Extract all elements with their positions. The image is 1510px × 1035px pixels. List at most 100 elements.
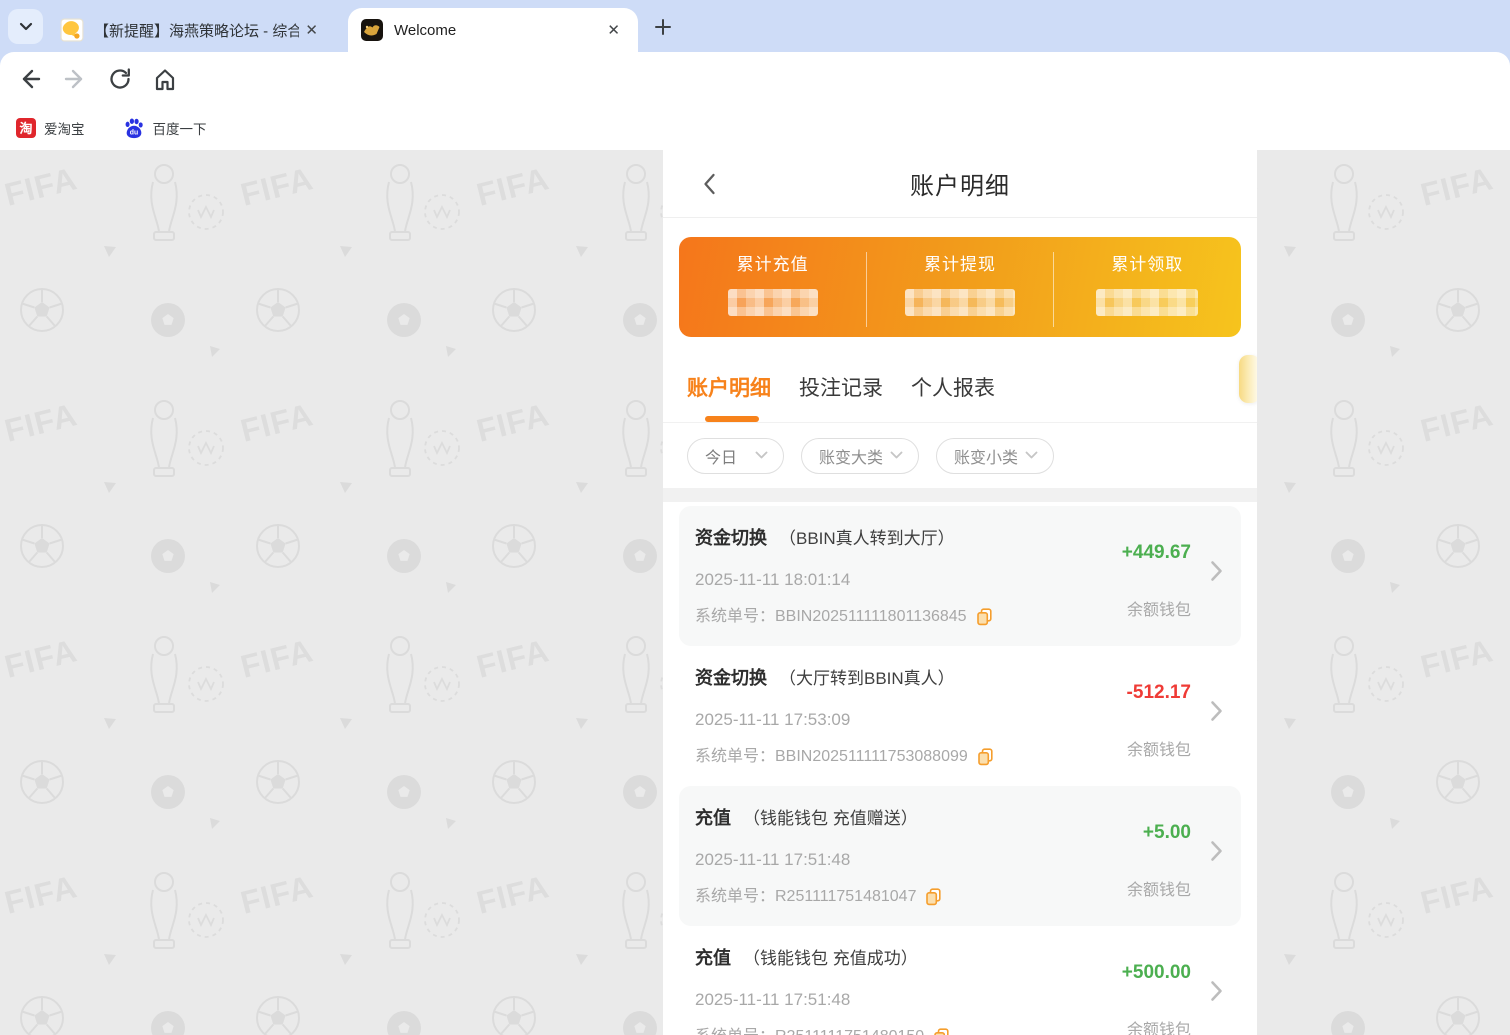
transaction-chevron[interactable]: [1210, 840, 1223, 867]
tab-account-detail[interactable]: 账户明细: [687, 363, 771, 422]
masked-value: [905, 289, 1015, 316]
chevron-down-icon: [18, 21, 34, 33]
transaction-type: 充值: [695, 806, 731, 830]
baidu-paw-icon: du: [123, 117, 145, 139]
divider: [866, 252, 867, 327]
panel-header: 账户明细: [663, 150, 1257, 218]
transaction-subtitle: （钱能钱包 充值赠送）: [743, 804, 918, 829]
transaction-chevron[interactable]: [1210, 700, 1223, 727]
transaction-list: 资金切换（BBIN真人转到大厅）2025-11-11 18:01:14系统单号：…: [663, 506, 1257, 1035]
page-title: 账户明细: [910, 166, 1010, 201]
copy-icon[interactable]: [933, 1028, 950, 1035]
masked-value: [728, 289, 818, 316]
transaction-amount-block: +5.00 余额钱包: [1077, 804, 1227, 926]
transaction-amount: +5.00: [1077, 820, 1191, 846]
bookmark-label: 爱淘宝: [44, 118, 85, 138]
wallet-label: 余额钱包: [1077, 876, 1191, 900]
transaction-datetime: 2025-11-11 17:51:48: [695, 850, 1077, 870]
back-icon[interactable]: [16, 65, 44, 93]
tab-bet-records[interactable]: 投注记录: [799, 363, 883, 422]
transaction-info: 资金切换 （大厅转到BBIN真人） 2025-11-11 17:53:09 系统单号：…: [695, 664, 1077, 786]
plus-icon: [653, 17, 673, 37]
summary-label: 累计提现: [866, 254, 1053, 276]
summary-card: 累计充值 累计提现 累计领取: [679, 237, 1241, 337]
tab-close-icon[interactable]: ✕: [601, 19, 626, 41]
chevron-right-icon: [1210, 700, 1223, 722]
wallet-label: 余额钱包: [1077, 596, 1191, 620]
filter-label: 今日: [705, 444, 737, 468]
order-label: 系统单号：BBIN202511111801136845: [695, 607, 967, 627]
divider: [1053, 252, 1054, 327]
transaction-item[interactable]: 充值（钱能钱包 充值赠送）2025-11-11 17:51:48系统单号：R25…: [679, 786, 1241, 926]
transaction-item[interactable]: 资金切换 （大厅转到BBIN真人） 2025-11-11 17:53:09 系统单号：…: [679, 646, 1241, 786]
filter-category-dropdown[interactable]: 账变大类: [801, 438, 919, 474]
transaction-item[interactable]: 资金切换（BBIN真人转到大厅）2025-11-11 18:01:14系统单号：…: [679, 506, 1241, 646]
chevron-left-icon: [702, 172, 716, 196]
transaction-amount: +449.67: [1077, 540, 1191, 566]
masked-value: [1096, 289, 1198, 316]
transaction-chevron[interactable]: [1210, 980, 1223, 1007]
transaction-item[interactable]: 充值 （钱能钱包 充值成功） 2025-11-11 17:51:48 系统单号：R25…: [679, 926, 1241, 1035]
transaction-amount: +500.00: [1077, 960, 1191, 986]
tab-title: 【新提醒】海燕策略论坛 - 综合: [94, 20, 299, 41]
transaction-info: 充值（钱能钱包 充值赠送）2025-11-11 17:51:48系统单号：R25…: [695, 804, 1077, 926]
tab-search-button[interactable]: [8, 9, 43, 44]
filter-subcategory-dropdown[interactable]: 账变小类: [936, 438, 1054, 474]
copy-icon[interactable]: [925, 888, 942, 906]
forward-icon[interactable]: [61, 65, 89, 93]
summary-total-withdraw: 累计提现: [866, 237, 1053, 337]
account-panel: 账户明细 累计充值 累计提现 累计领取: [663, 150, 1257, 1035]
copy-icon[interactable]: [977, 748, 994, 766]
transaction-chevron[interactable]: [1210, 560, 1223, 587]
transaction-type: 充值: [695, 946, 731, 970]
browser-window: 【新提醒】海燕策略论坛 - 综合 ✕ Welcome ✕: [0, 0, 1510, 1035]
order-label: 系统单号：R2511111751480150: [695, 1027, 924, 1035]
active-tab-underline: [705, 416, 759, 422]
chevron-right-icon: [1210, 980, 1223, 1002]
tab-personal-report[interactable]: 个人报表: [911, 363, 995, 422]
reload-icon[interactable]: [106, 65, 134, 93]
tab-close-icon[interactable]: ✕: [299, 19, 324, 41]
bookmark-taobao[interactable]: 淘 爱淘宝: [16, 118, 85, 138]
transaction-amount-block: +500.00 余额钱包: [1077, 944, 1227, 1035]
transaction-info: 充值 （钱能钱包 充值成功） 2025-11-11 17:51:48 系统单号：R25…: [695, 944, 1077, 1035]
summary-label: 累计充值: [679, 254, 866, 276]
bookmark-label: 百度一下: [153, 118, 207, 138]
home-icon[interactable]: [151, 65, 179, 93]
summary-section: 累计充值 累计提现 累计领取: [663, 218, 1257, 337]
wallet-label: 余额钱包: [1077, 1016, 1191, 1035]
transaction-datetime: 2025-11-11 18:01:14: [695, 570, 1077, 590]
transaction-subtitle: （钱能钱包 充值成功）: [743, 944, 918, 969]
svg-text:du: du: [129, 129, 137, 136]
filter-date-dropdown[interactable]: 今日: [687, 438, 784, 474]
back-button[interactable]: [693, 168, 725, 200]
transaction-datetime: 2025-11-11 17:53:09: [695, 710, 1077, 730]
transaction-subtitle: （大厅转到BBIN真人）: [779, 664, 955, 689]
browser-tab-welcome[interactable]: Welcome ✕: [348, 8, 638, 52]
browser-toolbar: 175616.cc/reports/index: [0, 52, 1510, 105]
forum-favicon-icon: [60, 18, 84, 42]
transaction-type: 资金切换: [695, 666, 767, 690]
taobao-icon: 淘: [16, 118, 36, 138]
chevron-down-icon: [1025, 451, 1038, 460]
bookmark-baidu[interactable]: du 百度一下: [123, 117, 207, 139]
transaction-amount-block: +449.67 余额钱包: [1077, 524, 1227, 646]
transaction-info: 资金切换（BBIN真人转到大厅）2025-11-11 18:01:14系统单号：…: [695, 524, 1077, 646]
chevron-down-icon: [755, 451, 768, 460]
transaction-type: 资金切换: [695, 526, 767, 550]
transaction-amount: -512.17: [1077, 680, 1191, 706]
summary-total-deposit: 累计充值: [679, 237, 866, 337]
report-tabs: 账户明细 投注记录 个人报表: [663, 363, 1257, 423]
order-label: 系统单号：BBIN202511111753088099: [695, 747, 968, 767]
tab-title: Welcome: [394, 22, 601, 39]
new-tab-button[interactable]: [648, 12, 678, 42]
browser-tab-forum[interactable]: 【新提醒】海燕策略论坛 - 综合 ✕: [48, 8, 336, 52]
transaction-datetime: 2025-11-11 17:51:48: [695, 990, 1077, 1010]
copy-icon[interactable]: [976, 608, 993, 626]
filter-label: 账变大类: [819, 444, 883, 468]
filter-label: 账变小类: [954, 444, 1018, 468]
chevron-right-icon: [1210, 560, 1223, 582]
summary-label: 累计领取: [1054, 254, 1241, 276]
browser-tab-strip: 【新提醒】海燕策略论坛 - 综合 ✕ Welcome ✕: [0, 0, 1510, 52]
bookmarks-bar: 淘 爱淘宝 du 百度一下: [0, 105, 1510, 150]
